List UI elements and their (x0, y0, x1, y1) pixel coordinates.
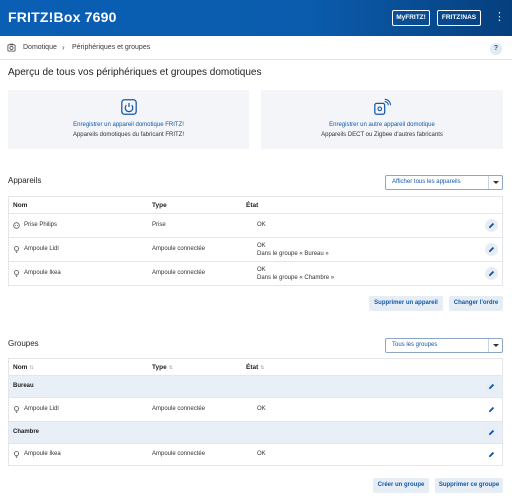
fritznas-button[interactable]: FRITZ!NAS (437, 10, 481, 26)
edit-button[interactable] (485, 243, 498, 256)
column-type[interactable]: Type (152, 202, 167, 209)
device-name: Prise Philips (24, 222, 58, 228)
edit-button[interactable] (485, 403, 498, 416)
edit-group-button[interactable] (485, 380, 498, 393)
device-group-note: Dans le groupe « Chambre » (257, 275, 335, 281)
delete-group-button[interactable]: Supprimer ce groupe (435, 478, 503, 493)
edit-group-button[interactable] (485, 426, 498, 439)
groups-section-title: Groupes (8, 339, 39, 348)
devices-filter-select[interactable]: Afficher tous les appareils (385, 175, 503, 190)
column-type[interactable]: Type ⇅ (152, 364, 173, 371)
device-name: Ampoule Lidl (24, 406, 59, 412)
page-title: Aperçu de tous vos périphériques et grou… (8, 67, 262, 78)
breadcrumb-domotique[interactable]: Domotique (23, 44, 57, 51)
device-state: OK (257, 406, 266, 412)
brand-title: FRITZ!Box 7690 (8, 9, 117, 25)
device-type: Ampoule connectée (152, 246, 206, 252)
pencil-icon (488, 383, 495, 390)
chevron-down-icon[interactable] (488, 339, 502, 352)
card-title[interactable]: Enregistrer un autre appareil domotique (261, 122, 503, 128)
chevron-down-icon[interactable] (488, 176, 502, 189)
card-subtitle: Appareils DECT ou Zigbee d'autres fabric… (321, 132, 443, 138)
breadcrumb-devices-groups: Périphériques et groupes (72, 44, 151, 51)
column-name[interactable]: Nom ⇅ (13, 364, 34, 371)
pencil-icon (488, 246, 495, 253)
edit-button[interactable] (485, 219, 498, 232)
table-header: Nom ⇅ Type ⇅ État ⇅ (9, 359, 502, 376)
top-header: FRITZ!Box 7690 MyFRITZ! FRITZ!NAS ⋮ (0, 0, 512, 36)
select-value: Afficher tous les appareils (392, 179, 461, 185)
groups-table: Nom ⇅ Type ⇅ État ⇅ Bureau Ampoule Lidl Amp… (8, 358, 503, 466)
pencil-icon (488, 222, 495, 229)
pencil-icon (488, 451, 495, 458)
power-device-icon (121, 99, 137, 115)
column-state[interactable]: État ⇅ (246, 364, 264, 371)
sort-icon: ⇅ (260, 365, 265, 371)
register-fritz-device-card[interactable]: Enregistrer un appareil domotique FRITZ!… (8, 90, 249, 149)
device-type: Ampoule connectée (152, 451, 206, 457)
group-row: Bureau (9, 376, 502, 398)
edit-button[interactable] (485, 267, 498, 280)
pencil-icon (488, 270, 495, 277)
table-row: Ampoule Lidl Ampoule connectée OK (9, 398, 502, 422)
devices-table: Nom Type État Prise Philips Prise OK Amp… (8, 196, 503, 286)
sort-icon: ⇅ (29, 365, 34, 371)
device-group-note: Dans le groupe « Bureau » (257, 251, 329, 257)
chevron-right-icon: › (62, 43, 65, 52)
reorder-button[interactable]: Changer l'ordre (449, 296, 503, 311)
plug-icon (13, 222, 20, 229)
group-name: Bureau (13, 383, 34, 389)
device-type: Prise (152, 222, 166, 228)
column-state[interactable]: État (246, 202, 258, 209)
table-row: Ampoule Lidl Ampoule connectée OK Dans l… (9, 238, 502, 262)
device-state: OK (257, 267, 266, 273)
device-state: OK (257, 243, 266, 249)
bulb-icon (14, 270, 19, 277)
table-header: Nom Type État (9, 197, 502, 214)
table-row: Ampoule Ikea Ampoule connectée OK (9, 444, 502, 466)
group-name: Chambre (13, 429, 40, 435)
breadcrumb: Domotique › Périphériques et groupes ? (0, 38, 512, 60)
device-type: Ampoule connectée (152, 270, 206, 276)
register-other-device-card[interactable]: Enregistrer un autre appareil domotique … (261, 90, 503, 149)
bulb-icon (14, 406, 19, 413)
device-state: OK (257, 451, 266, 457)
device-state: OK (257, 222, 266, 228)
devices-section-title: Appareils (8, 176, 42, 185)
help-button[interactable]: ? (490, 43, 502, 55)
select-value: Tous les groupes (392, 342, 438, 348)
myfritz-button[interactable]: MyFRITZ! (392, 10, 430, 26)
group-row: Chambre (9, 422, 502, 444)
device-name: Ampoule Ikea (24, 451, 61, 457)
table-row: Ampoule Ikea Ampoule connectée OK Dans l… (9, 262, 502, 286)
wireless-device-icon (374, 98, 391, 115)
device-type: Ampoule connectée (152, 406, 206, 412)
card-title[interactable]: Enregistrer un appareil domotique FRITZ! (8, 122, 249, 128)
device-name: Ampoule Ikea (24, 270, 61, 276)
pencil-icon (488, 429, 495, 436)
smart-home-icon[interactable] (7, 43, 16, 52)
kebab-menu-icon[interactable]: ⋮ (494, 11, 505, 23)
card-subtitle: Appareils domotiques du fabricant FRITZ! (72, 132, 185, 138)
groups-filter-select[interactable]: Tous les groupes (385, 338, 503, 353)
device-name: Ampoule Lidl (24, 246, 59, 252)
sort-icon: ⇅ (168, 365, 173, 371)
bulb-icon (14, 246, 19, 253)
column-name[interactable]: Nom (13, 202, 27, 209)
bulb-icon (14, 451, 19, 458)
create-group-button[interactable]: Créer un groupe (373, 478, 429, 493)
pencil-icon (488, 406, 495, 413)
edit-button[interactable] (485, 448, 498, 461)
table-row: Prise Philips Prise OK (9, 214, 502, 238)
delete-device-button[interactable]: Supprimer un appareil (369, 296, 443, 311)
